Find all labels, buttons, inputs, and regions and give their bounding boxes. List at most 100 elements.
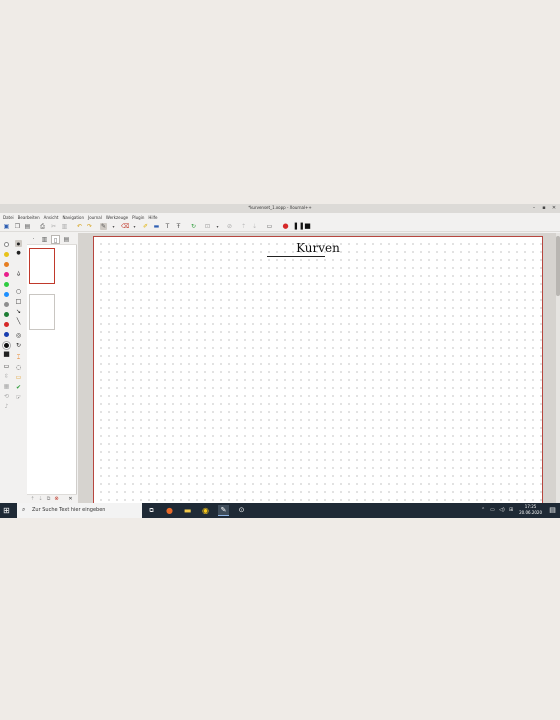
- tray-expand-icon[interactable]: ⌃: [481, 507, 485, 513]
- scrollbar-thumb[interactable]: [556, 236, 560, 296]
- document-page[interactable]: Kurven: [93, 236, 543, 516]
- menu-ansicht[interactable]: Ansicht: [44, 215, 59, 220]
- close-sidebar-icon[interactable]: ✕: [67, 496, 74, 503]
- pause-icon[interactable]: ❚❚: [293, 223, 305, 230]
- heading-underline: [267, 256, 325, 257]
- insert-dropdown-icon[interactable]: ▾: [214, 223, 221, 230]
- menu-hilfe[interactable]: Hilfe: [148, 215, 157, 220]
- vertical-scrollbar[interactable]: [556, 233, 560, 503]
- maximize-button[interactable]: ▪: [540, 205, 548, 211]
- menu-datei[interactable]: Datei: [3, 215, 14, 220]
- taskbar-search-box[interactable]: ⌕ Zur Suche Text hier eingeben: [17, 503, 142, 518]
- refresh-icon[interactable]: ↻: [190, 223, 197, 230]
- sidebar-tab-pages[interactable]: ▯: [51, 235, 60, 244]
- sidebar-tab-toc[interactable]: ·: [29, 235, 38, 244]
- battery-icon[interactable]: ▭: [490, 507, 495, 513]
- print-icon[interactable]: ⎙: [39, 223, 46, 230]
- xournal-taskbar-icon[interactable]: ✎: [218, 505, 229, 516]
- color-custom-swatch[interactable]: ■: [3, 351, 10, 358]
- grid-snap-icon[interactable]: ▦: [3, 383, 10, 390]
- color-yellow-swatch[interactable]: [4, 252, 9, 257]
- firefox-icon[interactable]: ●: [164, 505, 175, 516]
- page-thumbnail-1[interactable]: [29, 248, 55, 284]
- delete-page-icon[interactable]: ⊘: [226, 223, 233, 230]
- save-icon[interactable]: ▤: [24, 223, 31, 230]
- delete-page-icon-sidebar[interactable]: ⊗: [53, 496, 60, 503]
- coordinate-system-icon[interactable]: ◎: [15, 332, 22, 339]
- size-medium-icon[interactable]: ●: [15, 250, 22, 257]
- copy-page-icon[interactable]: ⧉: [45, 496, 52, 503]
- move-page-down-icon[interactable]: ⇣: [37, 496, 44, 503]
- audio-icon[interactable]: ♪: [3, 403, 10, 410]
- check-icon[interactable]: ✔: [15, 384, 22, 391]
- fullscreen-icon[interactable]: ▭: [266, 223, 273, 230]
- notifications-icon[interactable]: ▤: [548, 506, 557, 515]
- arrow-tool-icon[interactable]: ↘: [15, 308, 22, 315]
- sidebar-tab-layers[interactable]: ▥: [40, 235, 49, 244]
- image-tool-icon[interactable]: ▬: [153, 223, 160, 230]
- minimize-button[interactable]: –: [530, 205, 538, 211]
- menu-plugin[interactable]: Plugin: [132, 215, 144, 220]
- network-icon[interactable]: ⊞: [509, 507, 513, 513]
- lasso-select-icon[interactable]: ◌: [15, 364, 22, 371]
- eraser-tool-icon[interactable]: ⌫: [121, 223, 129, 230]
- shape-recognizer-icon[interactable]: ⍙: [15, 270, 22, 277]
- chrome-icon[interactable]: ◉: [200, 505, 211, 516]
- volume-icon[interactable]: ◁): [499, 507, 505, 513]
- highlighter-tool-icon[interactable]: ✐: [142, 223, 149, 230]
- color-magenta-swatch[interactable]: [4, 272, 9, 277]
- color-darkgreen-swatch[interactable]: [4, 312, 9, 317]
- layer-up-icon[interactable]: ⇡: [240, 223, 247, 230]
- text-tool-icon[interactable]: T: [164, 223, 171, 230]
- stop-icon[interactable]: ■: [304, 223, 311, 230]
- color-blue-swatch[interactable]: [4, 332, 9, 337]
- new-document-icon[interactable]: ▣: [3, 223, 10, 230]
- color-gray-swatch[interactable]: [4, 302, 9, 307]
- menu-navigation[interactable]: Navigation: [62, 215, 84, 220]
- color-white-swatch[interactable]: [4, 242, 9, 247]
- latex-tool-icon[interactable]: Ŧ: [175, 223, 182, 230]
- color-red-swatch[interactable]: [4, 322, 9, 327]
- open-file-icon[interactable]: ❐: [14, 223, 21, 230]
- ellipse-tool-icon[interactable]: ○: [15, 288, 22, 295]
- title-bar: *kurvenset_1.xopp - Xournal++ – ▪ ✕: [0, 204, 560, 213]
- menu-werkzeuge[interactable]: Werkzeuge: [106, 215, 128, 220]
- move-page-up-icon[interactable]: ⇡: [29, 496, 36, 503]
- hand-tool-icon[interactable]: ☞: [15, 394, 22, 401]
- rotation-snap-icon[interactable]: ⟲: [3, 393, 10, 400]
- spline-tool-icon[interactable]: ↻: [15, 342, 22, 349]
- pen-tool-icon[interactable]: ✎: [100, 223, 107, 230]
- layer-down-icon[interactable]: ⇣: [251, 223, 258, 230]
- rectangle-tool-icon[interactable]: □: [15, 298, 22, 305]
- color-black-swatch-selected[interactable]: [3, 342, 10, 349]
- color-green-swatch[interactable]: [4, 282, 9, 287]
- select-object-icon[interactable]: ▭: [15, 374, 22, 381]
- line-tool-icon[interactable]: ╲: [15, 318, 22, 325]
- close-button[interactable]: ✕: [550, 205, 558, 211]
- cut-icon[interactable]: ✂: [50, 223, 57, 230]
- sidebar-tab-preview[interactable]: ▤: [62, 235, 71, 244]
- paste-icon[interactable]: ▥: [61, 223, 68, 230]
- file-explorer-icon[interactable]: ▬: [182, 505, 193, 516]
- presentation-icon[interactable]: ▭: [3, 363, 10, 370]
- main-toolbar: ▣ ❐ ▤ ⎙ ✂ ▥ ↶ ↷ ✎ ▾ ⌫ ▾ ✐ ▬ T Ŧ ↻ ⊡ ▾ ⊘ …: [0, 221, 560, 232]
- menu-journal[interactable]: Journal: [88, 215, 102, 220]
- task-view-icon[interactable]: ⧉: [146, 505, 157, 516]
- insert-page-icon[interactable]: ⊡: [204, 223, 211, 230]
- redo-icon[interactable]: ↷: [86, 223, 93, 230]
- size-small-icon[interactable]: ●: [15, 240, 22, 247]
- windows-start-icon[interactable]: ⊞: [3, 507, 11, 515]
- vertical-space-icon[interactable]: ⇳: [3, 373, 10, 380]
- undo-icon[interactable]: ↶: [76, 223, 83, 230]
- select-rect-icon[interactable]: ⌶: [15, 354, 22, 361]
- eraser-dropdown-icon[interactable]: ▾: [131, 223, 138, 230]
- menu-bearbeiten[interactable]: Bearbeiten: [18, 215, 40, 220]
- color-orange-swatch[interactable]: [4, 262, 9, 267]
- taskbar-clock[interactable]: 17:25 20.06.2020: [519, 504, 542, 516]
- color-lightblue-swatch[interactable]: [4, 292, 9, 297]
- document-canvas[interactable]: Kurven: [78, 233, 560, 516]
- record-icon[interactable]: ●: [282, 223, 289, 230]
- pen-dropdown-icon[interactable]: ▾: [110, 223, 117, 230]
- page-thumbnail-2[interactable]: [29, 294, 55, 330]
- obs-icon[interactable]: ⊙: [236, 505, 247, 516]
